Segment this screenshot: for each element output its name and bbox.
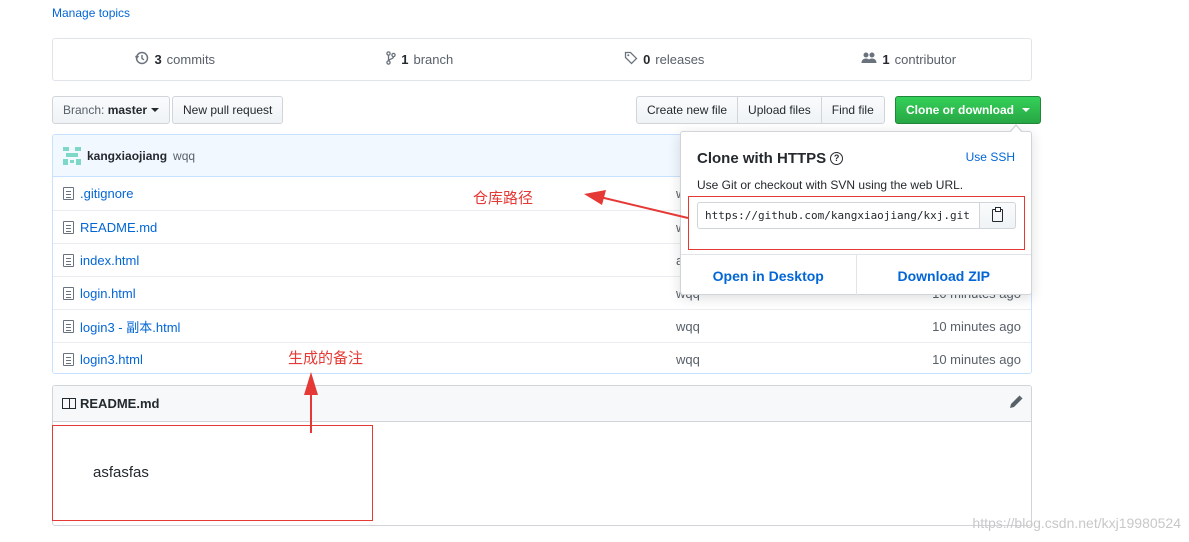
clone-actions: Open in Desktop Download ZIP bbox=[681, 254, 1031, 296]
commit-message[interactable]: wqq bbox=[173, 149, 195, 163]
file-link[interactable]: login3 - 副本.html bbox=[63, 317, 180, 336]
clone-or-download-button[interactable]: Clone or download bbox=[895, 96, 1041, 124]
annotation-generated-note: 生成的备注 bbox=[288, 349, 364, 367]
open-in-desktop-button[interactable]: Open in Desktop bbox=[681, 255, 857, 296]
releases-label: releases bbox=[655, 52, 705, 67]
book-icon bbox=[62, 398, 76, 409]
create-new-file-button[interactable]: Create new file bbox=[636, 96, 739, 124]
avatar[interactable] bbox=[63, 146, 81, 165]
file-link[interactable]: index.html bbox=[63, 253, 139, 268]
branch-select-button[interactable]: Branch: master bbox=[52, 96, 171, 124]
file-icon bbox=[63, 187, 74, 200]
clone-title-text: Clone with HTTPS bbox=[697, 150, 827, 167]
file-link[interactable]: .gitignore bbox=[63, 186, 133, 201]
tag-icon bbox=[624, 51, 638, 68]
file-icon bbox=[63, 319, 74, 333]
history-icon bbox=[135, 51, 149, 68]
annotation-box-readme bbox=[52, 425, 373, 521]
annotation-box-clone-url bbox=[688, 196, 1025, 250]
file-link[interactable]: README.md bbox=[63, 220, 157, 235]
branch-name: master bbox=[107, 103, 148, 117]
file-age: 10 minutes ago bbox=[932, 351, 1021, 367]
people-icon bbox=[861, 51, 877, 68]
clone-title: Clone with HTTPS ? bbox=[697, 150, 844, 167]
file-icon bbox=[63, 352, 74, 366]
find-file-button[interactable]: Find file bbox=[820, 96, 885, 124]
commits-count: 3 bbox=[154, 52, 162, 67]
contributors-label: contributor bbox=[894, 52, 957, 67]
releases-summary[interactable]: 0 releases bbox=[542, 51, 787, 68]
file-icon bbox=[63, 253, 74, 267]
file-actions-group: Create new file Upload files Find file bbox=[636, 96, 885, 124]
use-ssh-link[interactable]: Use SSH bbox=[966, 150, 1015, 164]
numbers-summary: 3 commits 1 branch 0 releases 1 contribu… bbox=[52, 38, 1032, 81]
branches-count: 1 bbox=[401, 52, 409, 67]
contributors-count: 1 bbox=[882, 52, 890, 67]
git-branch-icon bbox=[386, 51, 397, 68]
commits-summary[interactable]: 3 commits bbox=[53, 51, 298, 68]
clone-or-download-label: Clone or download bbox=[906, 103, 1014, 117]
file-commit-message[interactable]: wqq bbox=[676, 319, 700, 334]
table-row: login3.html wqq 10 minutes ago bbox=[53, 342, 1031, 373]
file-icon bbox=[63, 220, 74, 234]
releases-count: 0 bbox=[643, 52, 651, 67]
readme-header: README.md bbox=[53, 386, 1031, 422]
question-icon[interactable]: ? bbox=[830, 152, 844, 165]
upload-files-button[interactable]: Upload files bbox=[737, 96, 822, 124]
file-name[interactable]: login3 - 副本.html bbox=[80, 317, 180, 336]
branch-prefix: Branch: bbox=[63, 103, 105, 117]
pencil-icon[interactable] bbox=[1009, 395, 1023, 413]
commits-label: commits bbox=[166, 52, 216, 67]
watermark: https://blog.csdn.net/kxj19980524 bbox=[972, 515, 1181, 531]
file-name[interactable]: login3.html bbox=[80, 352, 143, 367]
manage-topics-link[interactable]: Manage topics bbox=[52, 6, 130, 20]
annotation-repo-path: 仓库路径 bbox=[473, 189, 534, 207]
file-link[interactable]: login3.html bbox=[63, 352, 143, 367]
caret-down-icon bbox=[1022, 108, 1030, 112]
download-zip-button[interactable]: Download ZIP bbox=[857, 255, 1032, 296]
file-age: 10 minutes ago bbox=[932, 318, 1021, 334]
branches-label: branch bbox=[413, 52, 454, 67]
file-name[interactable]: .gitignore bbox=[80, 186, 133, 201]
file-name[interactable]: login.html bbox=[80, 286, 136, 301]
commit-author[interactable]: kangxiaojiang bbox=[87, 149, 167, 163]
new-pull-request-button[interactable]: New pull request bbox=[172, 96, 284, 124]
caret-down-icon bbox=[151, 108, 160, 112]
readme-title: README.md bbox=[80, 396, 160, 411]
file-name[interactable]: index.html bbox=[80, 253, 139, 268]
file-name[interactable]: README.md bbox=[80, 220, 157, 235]
clone-description: Use Git or checkout with SVN using the w… bbox=[697, 178, 964, 192]
branches-summary[interactable]: 1 branch bbox=[298, 51, 543, 68]
contributors-summary[interactable]: 1 contributor bbox=[787, 51, 1032, 68]
file-commit-message[interactable]: wqq bbox=[676, 352, 700, 367]
file-link[interactable]: login.html bbox=[63, 286, 136, 301]
file-icon bbox=[63, 286, 74, 300]
table-row: login3 - 副本.html wqq 10 minutes ago bbox=[53, 309, 1031, 342]
